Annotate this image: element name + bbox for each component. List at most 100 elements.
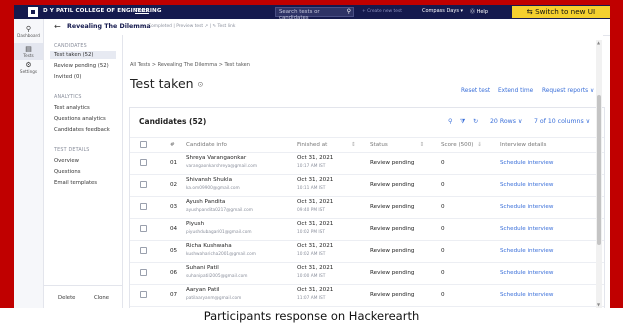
schedule-interview-link[interactable]: Schedule interview bbox=[500, 292, 553, 298]
sidebar-item-overview[interactable]: Overview bbox=[54, 158, 79, 164]
candidate-email: suhanipatil2005@gmail.com bbox=[186, 274, 248, 279]
nav-dashboard[interactable]: ⚲ Dashboard bbox=[14, 25, 43, 38]
sidebar-item-questions[interactable]: Questions bbox=[54, 169, 80, 175]
sidebar-item-candidates-feedback[interactable]: Candidates feedback bbox=[54, 127, 110, 133]
row-checkbox[interactable] bbox=[140, 269, 147, 276]
sort-icon[interactable]: ⇕ bbox=[351, 142, 356, 148]
row-checkbox[interactable] bbox=[140, 291, 147, 298]
back-arrow-icon[interactable]: ← bbox=[54, 22, 61, 31]
sidebar-item-invited[interactable]: Invited (0) bbox=[54, 74, 81, 80]
sort-icon[interactable]: ⇕ bbox=[420, 142, 425, 148]
reset-test-button[interactable]: Reset test bbox=[461, 88, 490, 94]
candidate-name[interactable]: Aaryan Patil bbox=[186, 287, 219, 293]
finished-date: Oct 31, 2021 bbox=[297, 199, 334, 205]
table-header: # Candidate info Finished at ⇕ Status ⇕ … bbox=[130, 137, 604, 153]
clone-button[interactable]: Clone bbox=[94, 295, 109, 301]
row-checkbox[interactable] bbox=[140, 225, 147, 232]
candidate-email: piyushdubagari01@gmail.com bbox=[186, 230, 252, 235]
request-reports-dropdown[interactable]: Request reports ∨ bbox=[542, 88, 594, 94]
schedule-interview-link[interactable]: Schedule interview bbox=[500, 160, 553, 166]
sort-desc-icon[interactable]: ⇓ bbox=[477, 142, 482, 148]
status-text: Review pending bbox=[370, 292, 415, 298]
search-icon[interactable]: ⚲ bbox=[448, 118, 453, 125]
sidebar-item-test-analytics[interactable]: Test analytics bbox=[54, 105, 90, 111]
candidate-email: kushwaharicha2001@gmail.com bbox=[186, 252, 256, 257]
scrollbar[interactable]: ▲ ▼ bbox=[596, 40, 602, 308]
finished-time: 10:11 AM IST bbox=[297, 186, 326, 191]
row-checkbox[interactable] bbox=[140, 203, 147, 210]
sidebar-item-email-templates[interactable]: Email templates bbox=[54, 180, 97, 186]
schedule-interview-link[interactable]: Schedule interview bbox=[500, 226, 553, 232]
candidate-name[interactable]: Suhani Patil bbox=[186, 265, 219, 271]
schedule-interview-link[interactable]: Schedule interview bbox=[500, 204, 553, 210]
col-finished-at[interactable]: Finished at ⇕ bbox=[297, 142, 356, 148]
col-score-label: Score (500) bbox=[441, 142, 474, 148]
status-text: Review pending bbox=[370, 160, 415, 166]
row-checkbox[interactable] bbox=[140, 159, 147, 166]
candidate-name[interactable]: Richa Kushwaha bbox=[186, 243, 232, 249]
tests-link[interactable]: Tests bbox=[135, 8, 149, 14]
schedule-interview-link[interactable]: Schedule interview bbox=[500, 248, 553, 254]
scroll-down-icon[interactable]: ▼ bbox=[597, 302, 600, 307]
candidate-name[interactable]: Piyush bbox=[186, 221, 204, 227]
breadcrumb[interactable]: All Tests > Revealing The Dilemma > Test… bbox=[130, 62, 250, 68]
settings-icon: ⚙ bbox=[25, 61, 32, 69]
nav-tests[interactable]: ▤ Tests bbox=[14, 43, 43, 60]
delete-button[interactable]: Delete bbox=[58, 295, 75, 301]
candidate-name[interactable]: Shivansh Shukla bbox=[186, 177, 232, 183]
scrollbar-thumb[interactable] bbox=[597, 95, 601, 245]
col-status-label: Status bbox=[370, 142, 388, 148]
table-row[interactable]: 01 Shreya Varangaonkar varangaonkarshreya@… bbox=[130, 152, 604, 175]
table-row[interactable]: 06 Suhani Patil suhanipatil2005@gmail.com O… bbox=[130, 262, 604, 285]
row-checkbox[interactable] bbox=[140, 247, 147, 254]
sidebar-footer: Delete Clone bbox=[44, 285, 122, 309]
table-row[interactable]: 07 Aaryan Patil patilaaryanm@gmail.com Oct … bbox=[130, 284, 604, 307]
test-meta[interactable]: Completed | Preview test ↗ | ✎ Test link bbox=[148, 24, 235, 29]
col-status[interactable]: Status ⇕ bbox=[370, 142, 424, 148]
finished-time: 10:02 AM IST bbox=[297, 252, 326, 257]
nav-settings[interactable]: ⚙ Settings bbox=[14, 61, 43, 74]
tests-icon: ▤ bbox=[25, 45, 32, 53]
candidate-email: varangaonkarshreya@gmail.com bbox=[186, 164, 258, 169]
nav-rail: ⚲ Dashboard ▤ Tests ⚙ Settings bbox=[14, 19, 44, 308]
candidate-name[interactable]: Ayush Pandita bbox=[186, 199, 225, 205]
col-number: # bbox=[170, 142, 175, 148]
switch-to-new-ui-button[interactable]: ⇆ Switch to new UI bbox=[512, 6, 610, 18]
status-text: Review pending bbox=[370, 204, 415, 210]
table-row[interactable]: 05 Richa Kushwaha kushwaharicha2001@gmail.… bbox=[130, 240, 604, 263]
test-details-section-title: TEST DETAILS bbox=[54, 148, 90, 153]
row-checkbox[interactable] bbox=[140, 181, 147, 188]
status-text: Review pending bbox=[370, 270, 415, 276]
schedule-interview-link[interactable]: Schedule interview bbox=[500, 182, 553, 188]
candidates-table-card: Candidates (52) ⚲ ⧩ ↻ 20 Rows ∨ 7 of 10 … bbox=[129, 107, 605, 310]
sidebar-item-review-pending[interactable]: Review pending (52) bbox=[54, 63, 109, 69]
table-row[interactable]: 02 Shivansh Shukla ka.om09900@gmail.com Oct… bbox=[130, 174, 604, 197]
col-score[interactable]: Score (500) ⇓ bbox=[441, 142, 482, 148]
finished-date: Oct 31, 2021 bbox=[297, 287, 334, 293]
page-title-text: Test taken bbox=[130, 76, 194, 91]
filter-icon[interactable]: ⧩ bbox=[460, 118, 466, 126]
search-icon[interactable]: ⚲ bbox=[347, 8, 351, 15]
main-content: All Tests > Revealing The Dilemma > Test… bbox=[123, 35, 605, 310]
extend-time-button[interactable]: Extend time bbox=[498, 88, 533, 94]
rows-per-page-dropdown[interactable]: 20 Rows ∨ bbox=[490, 118, 522, 125]
help-link[interactable]: ⓪ Help bbox=[470, 8, 488, 15]
columns-dropdown[interactable]: 7 of 10 columns ∨ bbox=[534, 118, 590, 125]
sidebar-item-test-taken[interactable]: Test taken (52) bbox=[50, 51, 116, 59]
col-interview-details: Interview details bbox=[500, 142, 547, 148]
select-all-checkbox[interactable] bbox=[140, 141, 147, 148]
sidebar-item-questions-analytics[interactable]: Questions analytics bbox=[54, 116, 106, 122]
scroll-up-icon[interactable]: ▲ bbox=[597, 40, 600, 45]
schedule-interview-link[interactable]: Schedule interview bbox=[500, 270, 553, 276]
college-logo bbox=[28, 7, 38, 17]
candidate-name[interactable]: Shreya Varangaonkar bbox=[186, 155, 246, 161]
create-new-test-button[interactable]: + Create new test bbox=[362, 9, 402, 14]
info-icon[interactable]: ⊙ bbox=[198, 81, 204, 89]
col-finished-at-label: Finished at bbox=[297, 142, 328, 148]
search-input[interactable]: Search tests or candidates ⚲ bbox=[275, 7, 354, 21]
table-row[interactable]: 04 Piyush piyushdubagari01@gmail.com Oct 31… bbox=[130, 218, 604, 241]
table-row[interactable]: 03 Ayush Pandita ayushpandita0217@gmail.co… bbox=[130, 196, 604, 219]
nav-settings-label: Settings bbox=[19, 69, 38, 74]
compass-days-dropdown[interactable]: Compass Days ▾ bbox=[422, 8, 463, 14]
refresh-icon[interactable]: ↻ bbox=[473, 118, 478, 125]
